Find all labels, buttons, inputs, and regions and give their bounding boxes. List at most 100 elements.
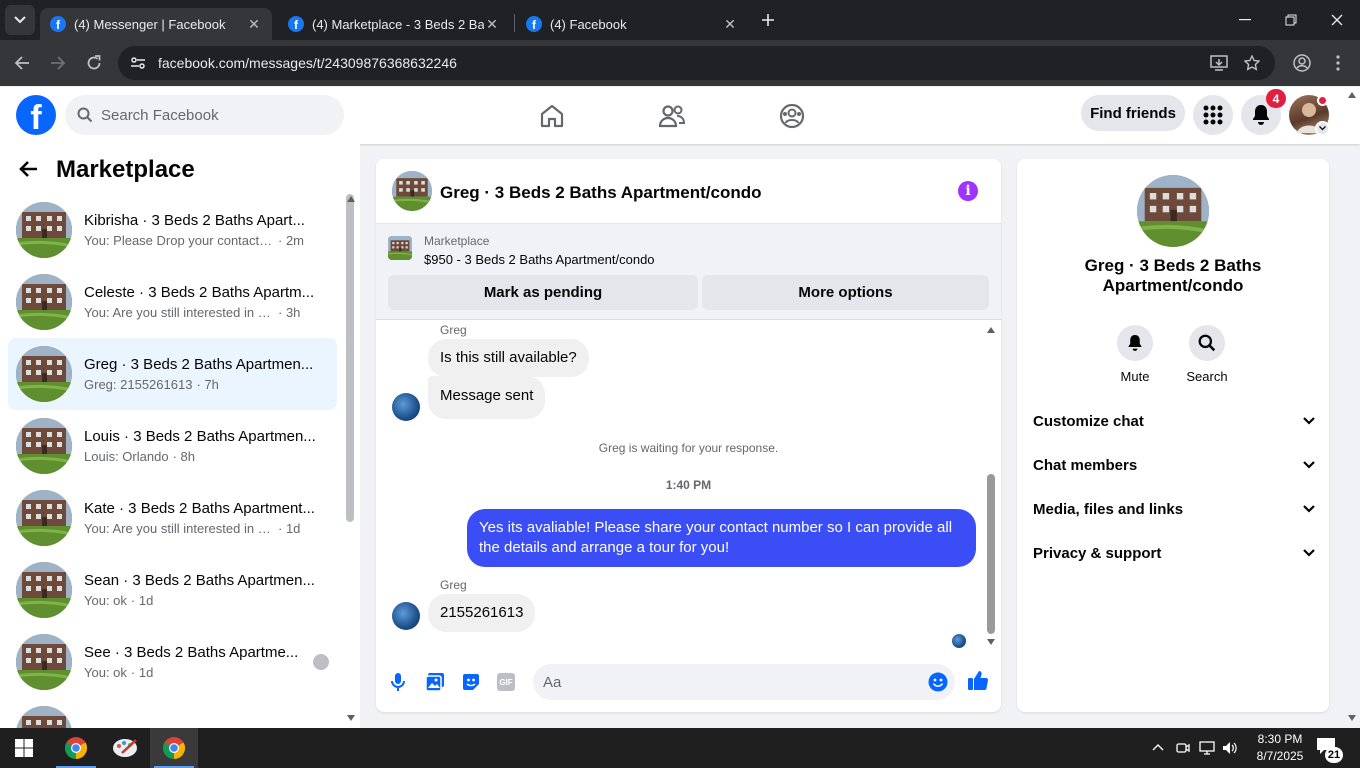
- conversation-item[interactable]: Underrated · 3 Beds 2 Baths Apa...: [8, 698, 337, 728]
- close-tab-icon[interactable]: ✕: [246, 16, 262, 33]
- conversation-item[interactable]: Kibrisha · 3 Beds 2 Baths Apart... You: P…: [8, 194, 337, 266]
- facebook-logo[interactable]: f: [16, 95, 56, 135]
- listing-thumbnail[interactable]: [388, 236, 412, 260]
- mute-button[interactable]: Mute: [1105, 325, 1165, 384]
- more-options-button[interactable]: More options: [702, 275, 989, 310]
- message-bubble[interactable]: Message sent: [428, 376, 546, 419]
- tab-facebook[interactable]: f (4) Facebook ✕: [516, 8, 748, 40]
- conversation-item[interactable]: Greg · 3 Beds 2 Baths Apartmen... Greg: 2…: [8, 338, 337, 410]
- show-hidden-icons-icon[interactable]: [1152, 743, 1164, 751]
- conversation-time: · 8h: [172, 449, 195, 464]
- scroll-down-arrow-icon[interactable]: [987, 639, 995, 645]
- find-friends-button[interactable]: Find friends: [1081, 95, 1185, 131]
- conversation-item[interactable]: Louis · 3 Beds 2 Baths Apartmen... Louis:…: [8, 410, 337, 482]
- scroll-down-arrow-icon[interactable]: [347, 715, 355, 721]
- minimize-button[interactable]: [1230, 5, 1260, 35]
- details-section[interactable]: Privacy & support: [1033, 531, 1315, 575]
- sticker-icon[interactable]: [461, 672, 481, 692]
- tab-title: (4) Facebook: [550, 16, 627, 32]
- menu-button[interactable]: [1193, 95, 1233, 135]
- system-clock[interactable]: 8:30 PM 8/7/2025: [1250, 731, 1310, 765]
- site-settings-icon[interactable]: [130, 55, 146, 71]
- facebook-favicon-icon: f: [288, 16, 304, 32]
- page-scroll-up-arrow-icon[interactable]: [1348, 92, 1356, 98]
- chat-scrollbar[interactable]: [987, 474, 995, 634]
- taskbar-chrome-app[interactable]: [52, 728, 100, 768]
- groups-icon: [779, 103, 805, 129]
- groups-nav[interactable]: [775, 99, 809, 133]
- listing-title[interactable]: $950 - 3 Beds 2 Baths Apartment/condo: [424, 252, 655, 267]
- start-button[interactable]: [0, 728, 48, 768]
- gif-icon[interactable]: GIF: [497, 673, 515, 691]
- new-tab-button[interactable]: [753, 5, 783, 35]
- browser-tab-bar: f (4) Messenger | Facebook ✕ f (4) Marke…: [0, 0, 1360, 40]
- mark-as-pending-button[interactable]: Mark as pending: [388, 275, 698, 310]
- details-section[interactable]: Chat members: [1033, 443, 1315, 487]
- waiting-notice: Greg is waiting for your response.: [598, 441, 779, 455]
- details-section[interactable]: Media, files and links: [1033, 487, 1315, 531]
- arrow-right-icon: [51, 56, 66, 70]
- search-conversation-button[interactable]: Search: [1177, 325, 1237, 384]
- sender-avatar[interactable]: [392, 602, 420, 630]
- message-bubble[interactable]: 2155261613: [428, 594, 536, 632]
- details-name: Greg · 3 Beds 2 Baths Apartment/condo: [1084, 256, 1262, 295]
- bell-icon: [1253, 105, 1269, 125]
- meet-now-icon[interactable]: [1176, 741, 1190, 755]
- network-icon[interactable]: [1199, 741, 1215, 755]
- microphone-icon[interactable]: [390, 672, 406, 692]
- info-icon[interactable]: i: [958, 181, 978, 201]
- back-to-marketplace-button[interactable]: [18, 160, 46, 184]
- account-menu-toggle[interactable]: [1315, 121, 1330, 136]
- profile-button[interactable]: [1287, 48, 1317, 78]
- close-tab-icon[interactable]: ✕: [484, 16, 500, 33]
- close-window-button[interactable]: [1322, 5, 1352, 35]
- install-app-button[interactable]: [1204, 48, 1234, 78]
- scroll-up-arrow-icon[interactable]: [347, 196, 355, 202]
- volume-icon[interactable]: [1222, 740, 1238, 756]
- plus-icon: [762, 14, 774, 26]
- home-nav[interactable]: [535, 99, 569, 133]
- search-label: Search: [1186, 369, 1228, 384]
- windows-icon: [15, 739, 33, 757]
- inbox-scrollbar[interactable]: [346, 194, 354, 522]
- tab-messenger[interactable]: f (4) Messenger | Facebook ✕: [40, 8, 272, 40]
- facebook-search[interactable]: Search Facebook: [65, 95, 344, 135]
- close-tab-icon[interactable]: ✕: [722, 16, 738, 33]
- page-scroll-down-arrow-icon[interactable]: [1348, 715, 1356, 721]
- forward-button[interactable]: [43, 48, 73, 78]
- taskbar-paint-app[interactable]: [101, 728, 149, 768]
- conversation-snippet: You: ok: [84, 593, 127, 608]
- message-bubble[interactable]: Is this still available?: [428, 339, 589, 377]
- back-button[interactable]: [7, 48, 37, 78]
- conversation-item[interactable]: Sean · 3 Beds 2 Baths Apartmen... You: ok…: [8, 554, 337, 626]
- address-bar[interactable]: facebook.com/messages/t/2430987636863224…: [118, 46, 1275, 80]
- sender-avatar[interactable]: [392, 393, 420, 421]
- taskbar-chrome-app-active[interactable]: [150, 728, 198, 768]
- browser-menu-button[interactable]: [1323, 48, 1353, 78]
- seen-indicator: [952, 634, 966, 648]
- conversation-name: Sean · 3 Beds 2 Baths Apartmen...: [84, 572, 315, 589]
- tab-marketplace[interactable]: f (4) Marketplace - 3 Beds 2 Baths ✕: [278, 8, 510, 40]
- thumbs-up-icon[interactable]: [967, 669, 989, 691]
- read-receipt-avatar-icon: [313, 654, 329, 670]
- listing-thumbnail: [16, 490, 72, 546]
- scroll-up-arrow-icon[interactable]: [987, 327, 995, 333]
- reload-button[interactable]: [79, 48, 109, 78]
- photo-icon[interactable]: [425, 672, 445, 692]
- maximize-button[interactable]: [1276, 5, 1306, 35]
- tab-search-button[interactable]: [5, 5, 35, 35]
- bookmark-button[interactable]: [1237, 48, 1267, 78]
- details-thumbnail[interactable]: [1137, 175, 1209, 247]
- my-message-bubble[interactable]: Yes its avaliable! Please share your con…: [467, 509, 976, 567]
- chat-title[interactable]: Greg · 3 Beds 2 Baths Apartment/condo: [440, 183, 761, 203]
- message-input[interactable]: Aa: [533, 664, 955, 700]
- friends-nav[interactable]: [655, 99, 689, 133]
- conversation-item[interactable]: Celeste · 3 Beds 2 Baths Apartm... You: A…: [8, 266, 337, 338]
- conversation-item[interactable]: See · 3 Beds 2 Baths Apartme... You: ok · …: [8, 626, 337, 698]
- chevron-down-icon: [1303, 549, 1315, 557]
- chat-thumbnail[interactable]: [392, 171, 432, 211]
- details-section[interactable]: Customize chat: [1033, 399, 1315, 443]
- emoji-icon[interactable]: [928, 672, 948, 692]
- details-section-label: Privacy & support: [1033, 544, 1162, 562]
- conversation-item[interactable]: Kate · 3 Beds 2 Baths Apartment... You: A…: [8, 482, 337, 554]
